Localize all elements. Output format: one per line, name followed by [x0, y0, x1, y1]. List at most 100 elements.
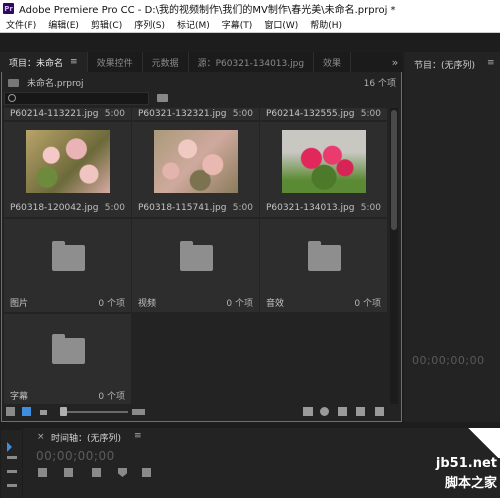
snap-icon[interactable]	[64, 468, 73, 477]
media-clip[interactable]: P60318-120042.jpg 5:00	[4, 122, 131, 217]
menu-clip[interactable]: 剪辑(C)	[85, 18, 128, 31]
clip-thumbnail	[154, 130, 238, 193]
bin-name: 音效	[266, 299, 285, 309]
tab-project-label: 项目：未命名	[9, 58, 64, 69]
bin-item[interactable]: 字幕 0 个项	[4, 314, 131, 404]
clip-name: P60321-132321.jpg	[138, 109, 227, 119]
search-icon	[8, 94, 16, 102]
selection-tool-icon[interactable]	[7, 442, 12, 452]
menu-help[interactable]: 帮助(H)	[304, 18, 348, 31]
clip-name: P60318-115741.jpg	[138, 203, 227, 213]
tab-source-label: 源：P60321-134013.jpg	[197, 58, 305, 69]
list-view-icon[interactable]	[6, 407, 15, 416]
add-marker-icon[interactable]	[118, 468, 127, 477]
project-bottom-bar	[2, 405, 401, 419]
program-timecode[interactable]: 00;00;00;00	[412, 354, 485, 367]
search-input[interactable]	[4, 92, 149, 105]
menu-sequence[interactable]: 序列(S)	[128, 18, 171, 31]
tab-project[interactable]: 项目：未命名 ≡	[0, 52, 88, 72]
media-clip[interactable]: P60318-115741.jpg 5:00	[132, 122, 259, 217]
bin-item[interactable]: 视频 0 个项	[132, 219, 259, 312]
timeline-timecode[interactable]: 00;00;00;00	[36, 449, 115, 463]
new-bin-icon[interactable]	[338, 407, 347, 416]
zoom-slider[interactable]	[66, 411, 128, 413]
project-file-name: 未命名.prproj	[27, 79, 84, 89]
bin-count: 0 个项	[98, 392, 125, 402]
watermark-corner	[466, 428, 500, 458]
watermark-text: 脚本之家	[444, 476, 497, 491]
menu-bar: 文件(F) 编辑(E) 剪辑(C) 序列(S) 标记(M) 字幕(T) 窗口(W…	[0, 17, 500, 33]
media-clip[interactable]: P60321-134013.jpg 5:00	[260, 122, 387, 217]
clip-duration: 5:00	[104, 203, 125, 213]
tabs-overflow-icon[interactable]: »	[388, 52, 402, 72]
bin-folder-icon	[308, 241, 341, 271]
tab-effect-controls-label: 效果控件	[96, 58, 133, 69]
icon-view-icon[interactable]	[22, 407, 31, 416]
wrench-icon[interactable]	[142, 468, 151, 477]
menu-window[interactable]: 窗口(W)	[258, 18, 304, 31]
clip-duration: 5:00	[232, 109, 253, 119]
clip-duration: 5:00	[104, 109, 125, 119]
search-row	[2, 92, 401, 106]
zoom-slider-handle[interactable]	[60, 407, 67, 416]
rolling-edit-tool-icon[interactable]	[7, 484, 17, 487]
clip-thumbnail	[282, 130, 366, 193]
watermark: jb51.net 脚本之家	[436, 456, 500, 498]
close-icon[interactable]: ×	[37, 432, 45, 442]
clip-duration: 5:00	[360, 203, 381, 213]
linked-selection-icon[interactable]	[92, 468, 101, 477]
list-item[interactable]: P60214-132555.jpg 5:00	[260, 108, 387, 120]
clip-duration: 5:00	[360, 109, 381, 119]
bin-folder-icon	[52, 241, 85, 271]
panel-menu-icon[interactable]: ≡	[70, 57, 78, 67]
menu-marker[interactable]: 标记(M)	[171, 18, 216, 31]
grid-scrollbar[interactable]	[390, 108, 398, 404]
clip-name: P60214-132555.jpg	[266, 109, 355, 119]
menu-edit[interactable]: 编辑(E)	[42, 18, 85, 31]
panel-menu-icon[interactable]: ≡	[134, 431, 142, 441]
title-bar: Pr Adobe Premiere Pro CC - D:\我的视频制作\我们的…	[0, 0, 500, 17]
bin-count: 0 个项	[354, 299, 381, 309]
tab-metadata-label: 元数据	[151, 58, 179, 69]
bin-item[interactable]: 音效 0 个项	[260, 219, 387, 312]
ripple-edit-tool-icon[interactable]	[7, 470, 17, 473]
bin-count: 0 个项	[98, 299, 125, 309]
bin-folder-icon	[180, 241, 213, 271]
track-select-tool-icon[interactable]	[7, 456, 17, 459]
panel-menu-icon[interactable]: ≡	[487, 58, 495, 68]
clip-name: P60214-113221.jpg	[10, 109, 99, 119]
list-item[interactable]: P60321-132321.jpg 5:00	[132, 108, 259, 120]
tools-panel	[1, 430, 22, 498]
sort-icons-icon[interactable]	[40, 410, 47, 415]
bin-folder-icon	[52, 334, 85, 364]
project-icon-grid: P60214-113221.jpg 5:00 P60321-132321.jpg…	[4, 108, 388, 404]
menu-file[interactable]: 文件(F)	[0, 18, 42, 31]
scrollbar-thumb[interactable]	[391, 110, 397, 230]
bin-name: 视频	[138, 299, 157, 309]
clip-name: P60321-134013.jpg	[266, 203, 355, 213]
clip-name: P60318-120042.jpg	[10, 203, 99, 213]
bin-name: 图片	[10, 299, 29, 309]
new-bin-from-search-icon[interactable]	[157, 94, 168, 102]
tab-effects[interactable]: 效果	[314, 52, 352, 72]
search-icon[interactable]	[320, 407, 329, 416]
clip-duration: 5:00	[232, 203, 253, 213]
insert-sequence-nest-icon[interactable]	[38, 468, 47, 477]
tab-source[interactable]: 源：P60321-134013.jpg	[189, 52, 315, 72]
trash-icon[interactable]	[375, 407, 384, 416]
new-item-icon[interactable]	[356, 407, 365, 416]
program-monitor-title: 节目：(无序列)	[414, 61, 476, 71]
find-icon[interactable]	[303, 407, 313, 416]
tab-metadata[interactable]: 元数据	[143, 52, 189, 72]
premiere-app-icon: Pr	[3, 3, 14, 14]
window-title: Adobe Premiere Pro CC - D:\我的视频制作\我们的MV制…	[19, 5, 396, 16]
automate-to-sequence-icon[interactable]	[132, 409, 145, 415]
list-item[interactable]: P60214-113221.jpg 5:00	[4, 108, 131, 120]
bin-item[interactable]: 图片 0 个项	[4, 219, 131, 312]
menu-title[interactable]: 字幕(T)	[216, 18, 259, 31]
folder-icon	[8, 78, 19, 87]
watermark-url: jb51.net	[435, 456, 497, 471]
timeline-toolbar	[38, 468, 158, 480]
tab-effect-controls[interactable]: 效果控件	[88, 52, 143, 72]
panel-tabs: 项目：未命名 ≡ 效果控件 元数据 源：P60321-134013.jpg 效果	[0, 52, 402, 72]
